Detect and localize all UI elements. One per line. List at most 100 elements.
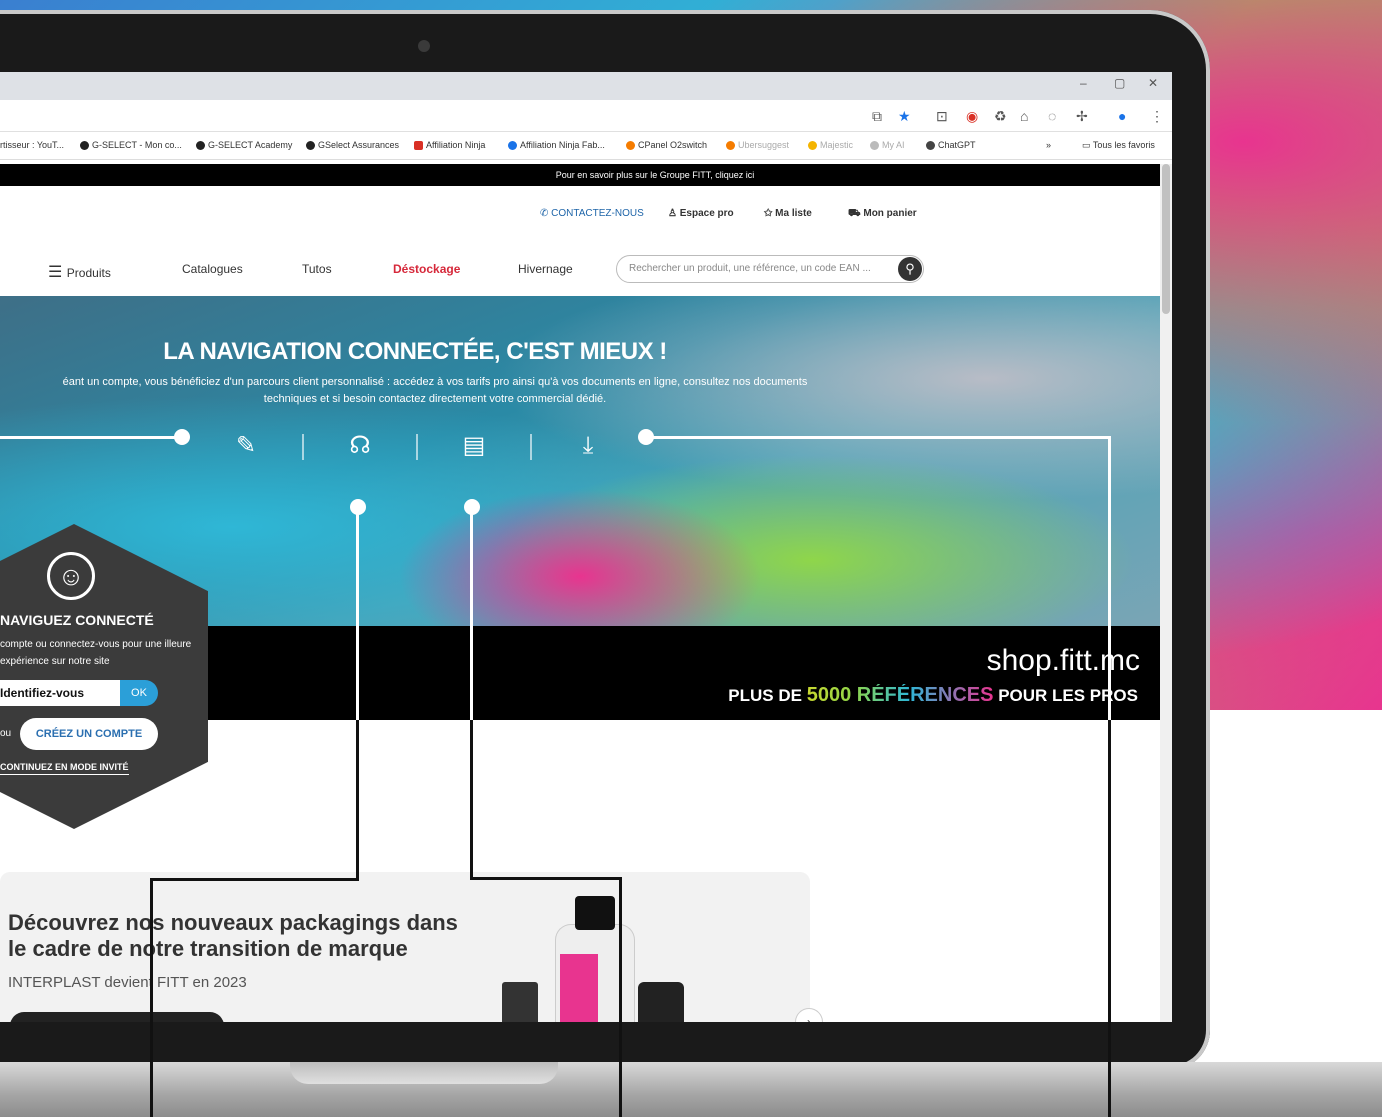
- bookmark[interactable]: GSelect Assurances: [306, 140, 399, 151]
- contact-link[interactable]: ✆ CONTACTEZ-NOUS: [540, 208, 644, 219]
- shop-url: shop.fitt.mc: [986, 644, 1140, 677]
- promo-bar[interactable]: Pour en savoir plus sur le Groupe FITT, …: [0, 164, 1160, 186]
- references-tagline: PLUS DE 5000 RÉFÉRENCES POUR LES PROS: [728, 684, 1138, 706]
- top-nav: ✆ CONTACTEZ-NOUS ♙ Espace pro ✩ Ma liste…: [0, 186, 1160, 236]
- star-icon[interactable]: ★: [898, 108, 911, 125]
- bookmark[interactable]: My AI: [870, 140, 905, 151]
- extension-icon[interactable]: ♻: [994, 108, 1007, 125]
- nav-products[interactable]: ☰ Produits: [48, 262, 111, 282]
- callout-line: [150, 878, 359, 881]
- cart-link[interactable]: ⛟ Mon panier: [848, 208, 917, 221]
- search-input[interactable]: Rechercher un produit, une référence, un…: [616, 255, 924, 283]
- callout-line: [0, 436, 182, 439]
- star-icon: [808, 141, 817, 151]
- user-icon: ♙: [668, 208, 680, 219]
- callout-line: [470, 720, 473, 880]
- folder-icon: ▭: [1082, 140, 1093, 150]
- bookmark-icon: [80, 141, 89, 151]
- product-image: [560, 954, 598, 1022]
- login-title: NAVIGUEZ CONNECTÉ: [0, 612, 154, 628]
- price-tag-icon[interactable]: ✎: [226, 426, 266, 466]
- bookmark-icon: [870, 141, 879, 151]
- callout-line: [619, 877, 622, 1117]
- bookmark-icon: [726, 141, 735, 151]
- minimize-button[interactable]: –: [1080, 76, 1087, 90]
- chevron-right-icon[interactable]: ›: [795, 1008, 823, 1022]
- cart-icon: ⛟: [848, 208, 864, 219]
- nav-tutorials[interactable]: Tutos: [302, 262, 332, 276]
- bookmark[interactable]: Affiliation Ninja Fab...: [508, 140, 605, 151]
- login-input[interactable]: Identifiez-vous: [0, 680, 126, 706]
- create-account-button[interactable]: CRÉEZ UN COMPTE: [20, 718, 158, 750]
- divider: [530, 434, 532, 460]
- callout-line: [470, 877, 622, 880]
- or-label: ou: [0, 728, 12, 739]
- extension-icon[interactable]: ⊡: [936, 108, 948, 125]
- bookmark[interactable]: Majestic: [808, 140, 853, 151]
- bookmark[interactable]: ChatGPT: [926, 140, 976, 151]
- menu-icon[interactable]: ⋮: [1150, 108, 1164, 125]
- wishlist-link[interactable]: ✩ Ma liste: [764, 208, 812, 219]
- card-button[interactable]: [10, 1012, 224, 1022]
- callout-line: [150, 878, 153, 1117]
- webcam: [418, 40, 430, 52]
- bookmark[interactable]: rtisseur : YouT...: [0, 140, 64, 150]
- background-white: [1210, 710, 1382, 1117]
- profile-icon[interactable]: ●: [1118, 108, 1126, 124]
- main-nav: ☰ Produits Catalogues Tutos Déstockage H…: [0, 242, 1160, 294]
- card-title: Découvrez nos nouveaux packagings dans l…: [8, 910, 458, 961]
- nav-clearance[interactable]: Déstockage: [393, 262, 460, 276]
- share-icon[interactable]: ⧉: [872, 108, 882, 125]
- scrollbar[interactable]: [1160, 164, 1172, 1022]
- guest-mode-link[interactable]: CONTINUEZ EN MODE INVITÉ: [0, 762, 129, 775]
- bookmarks-bar: rtisseur : YouT... G-SELECT - Mon co... …: [0, 132, 1172, 160]
- pin-icon: ✩: [764, 208, 776, 219]
- callout-dot: [174, 429, 190, 445]
- bookmark-icon: [196, 141, 205, 151]
- nav-catalogs[interactable]: Catalogues: [182, 262, 243, 276]
- all-bookmarks-button[interactable]: ▭ Tous les favoris: [1082, 140, 1155, 151]
- scrollbar-thumb[interactable]: [1162, 164, 1170, 314]
- bookmark[interactable]: CPanel O2switch: [626, 140, 707, 151]
- product-image: [502, 982, 538, 1022]
- divider: [302, 434, 304, 460]
- callout-dot: [638, 429, 654, 445]
- bookmark-icon: [306, 141, 315, 151]
- phone-icon: ✆: [540, 208, 552, 219]
- callout-line: [356, 720, 359, 880]
- hero-description: éant un compte, vous bénéficiez d'un par…: [62, 376, 808, 405]
- maximize-button[interactable]: ▢: [1114, 76, 1125, 90]
- search-icon[interactable]: ⚲: [898, 257, 922, 281]
- extension-icon[interactable]: ⌂: [1020, 108, 1028, 124]
- nav-winterizing[interactable]: Hivernage: [518, 262, 573, 276]
- pro-space-link[interactable]: ♙ Espace pro: [668, 208, 734, 219]
- extension-icon[interactable]: ◉: [966, 108, 978, 125]
- callout-line: [1108, 720, 1111, 1117]
- document-icon[interactable]: ▤: [454, 426, 494, 466]
- more-bookmarks-button[interactable]: »: [1046, 140, 1051, 150]
- callout-line: [646, 436, 1110, 439]
- close-button[interactable]: ✕: [1148, 76, 1158, 90]
- callout-line: [470, 506, 473, 720]
- login-description: compte ou connectez-vous pour une illeur…: [0, 639, 192, 667]
- bookmark-icon: [414, 141, 423, 151]
- extension-icon[interactable]: ◌: [1048, 108, 1056, 124]
- headset-icon[interactable]: ☊: [340, 426, 380, 466]
- bookmark[interactable]: G-SELECT Academy: [196, 140, 292, 151]
- browser-titlebar: – ▢ ✕: [0, 72, 1172, 100]
- product-image: [575, 896, 615, 930]
- bookmark[interactable]: Affiliation Ninja: [414, 140, 485, 151]
- hero-title: LA NAVIGATION CONNECTÉE, C'EST MIEUX !: [163, 338, 667, 365]
- hamburger-icon: ☰: [48, 264, 67, 281]
- login-ok-button[interactable]: OK: [120, 680, 158, 706]
- product-image: [638, 982, 684, 1022]
- divider: [416, 434, 418, 460]
- download-icon[interactable]: ⤓: [568, 426, 608, 466]
- cpanel-icon: [626, 141, 635, 151]
- callout-line: [356, 506, 359, 720]
- address-bar[interactable]: ⧉ ★ ⊡ ◉ ♻ ⌂ ◌ ✢ ● ⋮: [0, 100, 1172, 132]
- bookmark[interactable]: G-SELECT - Mon co...: [80, 140, 182, 151]
- laptop-base: [0, 1062, 1382, 1117]
- puzzle-icon[interactable]: ✢: [1076, 108, 1088, 125]
- bookmark[interactable]: Ubersuggest: [726, 140, 789, 151]
